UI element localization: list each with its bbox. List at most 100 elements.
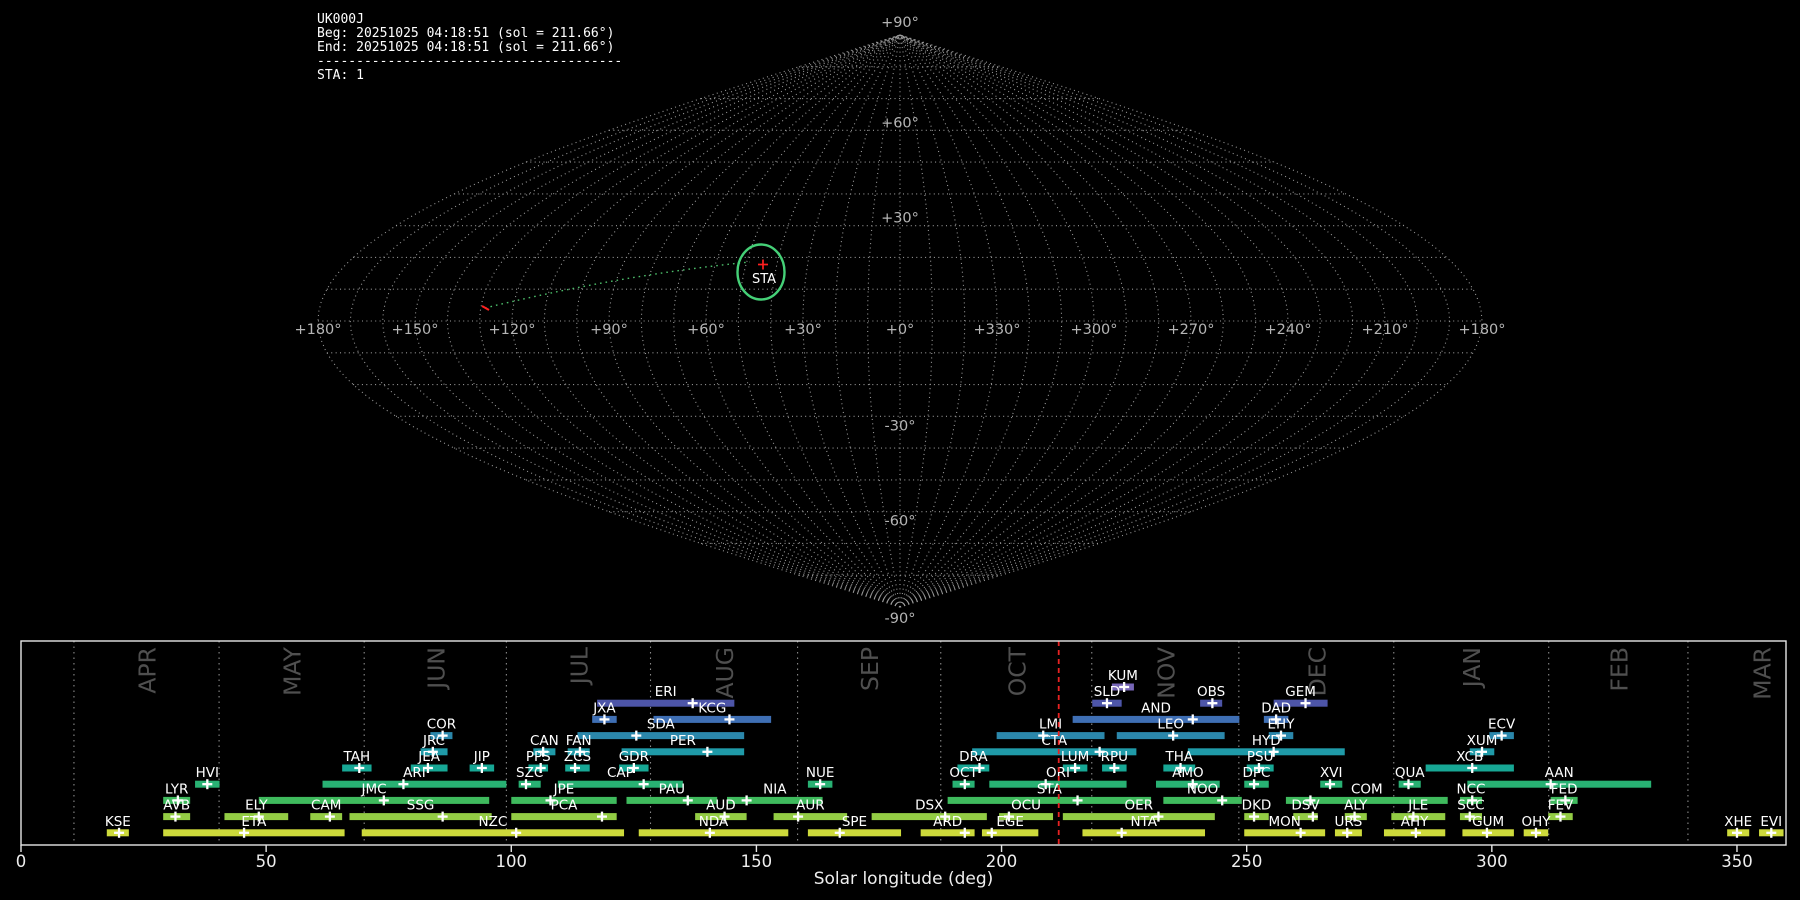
grid-meridian [447,35,900,607]
lat-label: +60° [881,115,919,131]
lon-label: +240° [1264,322,1311,338]
shower-label: OER [1125,798,1154,814]
shower-label: XCB [1456,749,1483,765]
shower-label: NCC [1457,781,1486,797]
shower-label: KCG [698,700,726,716]
shower-label: SSG [407,798,435,814]
shower-bar [1244,829,1325,836]
separator-line: --------------------------------------- [317,55,622,69]
shower-label: OCT [949,765,978,781]
month-label: FEB [1605,647,1633,692]
shower-label: KUM [1108,668,1138,684]
month-label: JAN [1458,647,1486,689]
shower-label: SZC [516,765,543,781]
shower-label: SCC [1457,798,1484,814]
app-root: +180°+150°+120°+90°+60°+30°+0°+330°+300°… [0,0,1800,900]
shower-label: COR [427,717,456,733]
shower-label: NUE [806,765,835,781]
shower-label: ARD [933,814,962,830]
shower-label: JEA [417,749,441,765]
shower-label: ETA [241,814,267,830]
shower-label: AVB [163,798,190,814]
lon-label: +180° [1458,322,1505,338]
shower-label: JMC [360,781,386,797]
shower-label: DAD [1261,700,1291,716]
shower-label: EVI [1760,814,1782,830]
shower-label: SLD [1094,684,1121,700]
shower-label: NIA [763,781,787,797]
lat-label: +30° [881,211,919,227]
trail-start-tick [482,306,489,310]
shower-label: NTA [1130,814,1157,830]
shower-label: XUM [1467,733,1498,749]
shower-label: GUM [1472,814,1504,830]
shower-label: ELY [245,798,268,814]
shower-bar [349,813,491,820]
shower-label: AUD [706,798,736,814]
shower-label: AMO [1172,765,1204,781]
shower-label: THA [1164,749,1193,765]
shower-bar [872,813,987,820]
beg-time: Beg: 20251025 04:18:51 (sol = 211.66°) [317,27,622,41]
shower-label: PPS [526,749,551,765]
shower-label: AAN [1545,765,1574,781]
shower-label: NZC [479,814,508,830]
shower-label: ERI [655,684,677,700]
shower-label: PSU [1247,749,1274,765]
shower-label: PCA [551,798,579,814]
shower-label: JXA [592,700,616,716]
shower-label: MON [1269,814,1301,830]
shower-label: FAN [566,733,592,749]
shower-label: OCU [1011,798,1041,814]
shower-label: ALY [1344,798,1368,814]
shower-bar [577,732,744,739]
shower-label: GDR [619,749,649,765]
lon-label: +150° [391,322,438,338]
shower-label: EGE [996,814,1024,830]
shower-label: AUR [796,798,825,814]
shower-label: CAP [607,765,634,781]
month-label: MAY [279,646,307,696]
shower-label: CAN [530,733,559,749]
shower-label: URS [1335,814,1363,830]
shower-bar [626,797,717,804]
shower-label: EHY [1268,717,1296,733]
station-count: STA: 1 [317,69,622,83]
lat-label: +90° [881,15,919,31]
shower-label: COM [1351,781,1383,797]
grid-meridian [900,35,1126,607]
lon-label: +210° [1361,322,1408,338]
plot-canvas: +180°+150°+120°+90°+60°+30°+0°+330°+300°… [0,0,1800,900]
shower-bar [163,829,344,836]
grid-meridian [383,35,900,607]
radiant-trail [485,262,750,308]
shower-label: DPC [1243,765,1271,781]
lon-label: +180° [294,322,341,338]
shower-label: PER [670,733,696,749]
shower-label: TAH [343,749,371,765]
lon-label: +30° [784,322,822,338]
lon-label: +120° [488,322,535,338]
shower-label: DSX [915,798,943,814]
grid-meridian [900,35,1256,607]
shower-label: XHE [1724,814,1752,830]
grid-meridian [674,35,900,607]
grid-meridian [900,35,1094,607]
lon-label: +300° [1070,322,1117,338]
shower-label: KSE [105,814,131,830]
lat-label: -30° [885,418,916,434]
month-label: JUN [422,647,450,691]
shower-label: LUM [1061,749,1089,765]
shower-label: JPE [553,781,575,797]
shower-label: XVI [1320,765,1342,781]
shower-label: HYD [1252,733,1281,749]
shower-bar [362,829,624,836]
shower-label: OBS [1197,684,1225,700]
shower-label: NOO [1187,781,1218,797]
month-label: SEP [856,647,884,691]
shower-label: HVI [196,765,219,781]
shower-bar [259,797,489,804]
radiant-label: STA [752,272,776,287]
month-label: APR [134,647,162,694]
shower-label: AHY [1401,814,1429,830]
